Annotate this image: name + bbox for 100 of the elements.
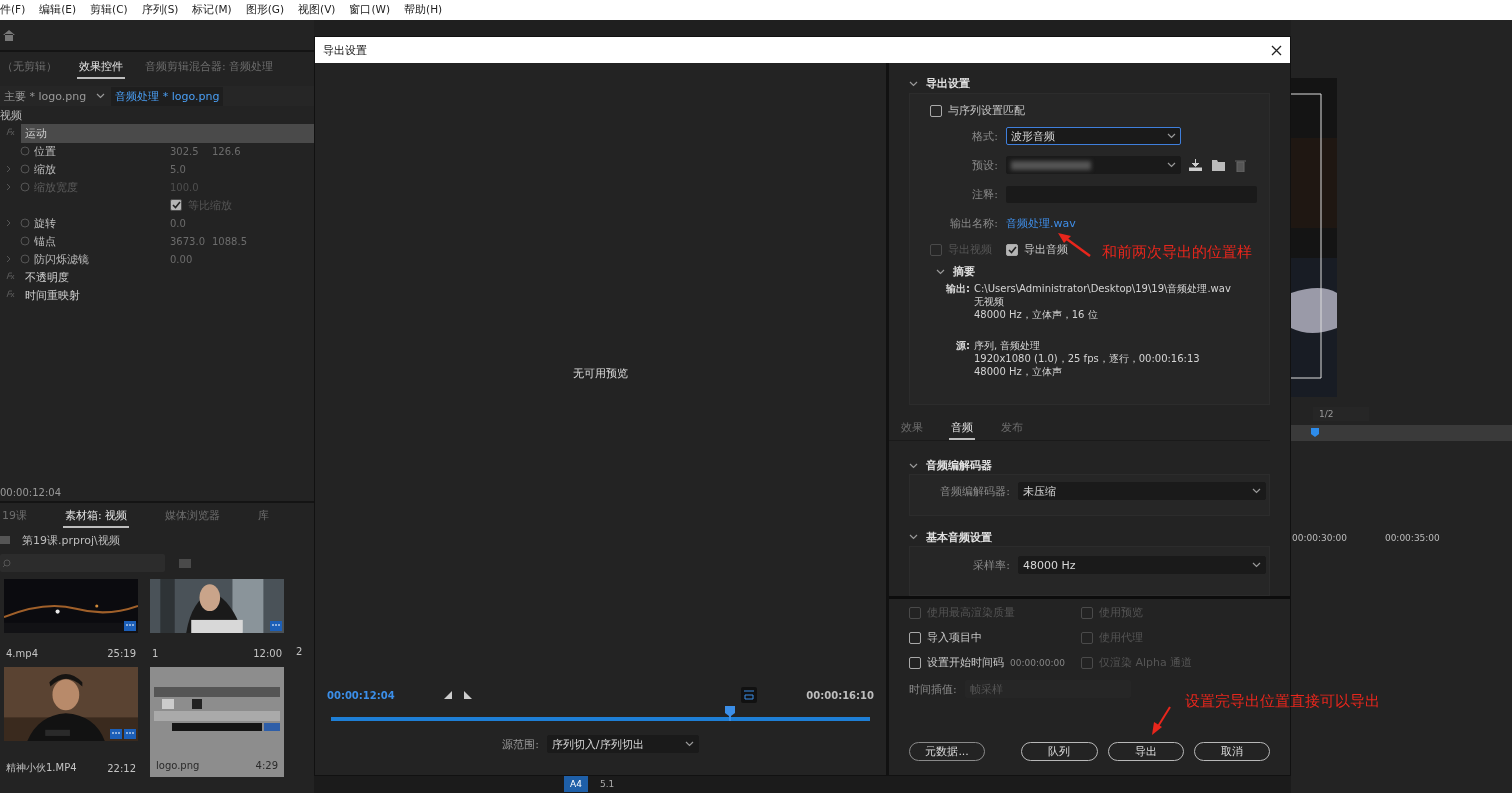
summary-line: C:\Users\Administrator\Desktop\19\19\音频处理.wav <box>974 281 1232 295</box>
collapse-icon <box>909 534 918 541</box>
fx-icon <box>6 272 15 282</box>
format-dropdown[interactable]: 波形音频 <box>1006 127 1181 146</box>
in-out-markers-icon[interactable] <box>443 690 472 700</box>
chevron-down-icon <box>1167 162 1176 169</box>
chevron-down-icon <box>1252 562 1261 568</box>
close-icon[interactable] <box>1271 44 1282 56</box>
menu-item[interactable]: 视图(V) <box>298 3 336 17</box>
collapse-icon <box>909 80 918 87</box>
film-icon <box>124 621 136 631</box>
ruler-time: 00:00:30:00 <box>1292 533 1347 543</box>
menu-item[interactable]: 件(F) <box>0 3 26 17</box>
playhead-icon[interactable] <box>724 706 735 721</box>
checkbox[interactable] <box>909 631 921 644</box>
checkbox-label: 导出音频 <box>1024 242 1068 258</box>
ruler-time: 00:00:35:00 <box>1384 533 1440 543</box>
fx-icon <box>6 128 15 138</box>
folder-icon[interactable] <box>1212 158 1225 171</box>
clip-name: 1 <box>152 648 159 659</box>
bin-icon <box>0 536 10 544</box>
chevron-down-icon <box>684 741 694 747</box>
summary-line: 无视频 <box>974 294 1005 308</box>
clip-tile[interactable]: 精神小伙1.MP4 22:12 <box>4 667 138 777</box>
fit-icon[interactable] <box>741 687 758 703</box>
sequence-clip-name[interactable]: 音频处理 * logo.png <box>111 86 224 106</box>
section-title: 摘要 <box>953 264 975 280</box>
field-label: 音频编解码器: <box>939 483 1010 499</box>
collapse-icon <box>936 268 945 275</box>
clip-duration: 25:19 <box>107 648 136 659</box>
section-title: 导出设置 <box>926 76 970 92</box>
clip-name: 4.mp4 <box>6 648 38 659</box>
clip-tile[interactable]: 4.mp4 25:19 <box>4 579 138 661</box>
menu-item[interactable]: 编辑(E) <box>39 3 77 17</box>
clip-tile[interactable]: logo.png 4:29 <box>150 667 284 777</box>
trash-icon[interactable] <box>1235 158 1246 172</box>
preset-dropdown[interactable] <box>1006 156 1181 175</box>
annotation-text: 和前两次导出的位置样 <box>1102 243 1252 262</box>
field-label: 时间插值: <box>909 681 957 697</box>
summary-label: 源: <box>955 338 970 353</box>
field-label: 格式: <box>971 128 998 144</box>
property-name: 缩放 <box>34 161 57 177</box>
section-label: 视频 <box>0 107 23 124</box>
clip-duration: 4:29 <box>255 760 278 771</box>
sample-rate-dropdown[interactable]: 48000 Hz <box>1018 556 1266 574</box>
checkbox[interactable] <box>909 656 921 669</box>
clip-duration: 12:00 <box>253 648 282 659</box>
property-name: 锚点 <box>34 233 57 249</box>
clip-selector[interactable]: 主要 * logo.png <box>0 86 91 106</box>
menu-item[interactable]: 标记(M) <box>192 3 232 17</box>
checkbox[interactable] <box>1006 243 1018 256</box>
fx-icon <box>6 290 15 300</box>
codec-dropdown[interactable]: 未压缩 <box>1018 482 1266 501</box>
start-timecode[interactable]: 00:00:00:00 <box>1010 657 1065 668</box>
summary-label: 输出: <box>945 281 970 296</box>
annotation-arrow <box>1058 232 1092 258</box>
section-title: 基本音频设置 <box>926 529 992 545</box>
effect-row[interactable]: 运动 <box>21 123 314 143</box>
field-label: 源范围: <box>502 736 539 752</box>
field-label: 注释: <box>971 186 998 202</box>
property-name: 防闪烁滤镜 <box>34 251 90 267</box>
menu-item[interactable]: 帮助(H) <box>404 3 443 17</box>
menu-item[interactable]: 窗口(W) <box>349 3 391 17</box>
chevron-down-icon <box>1252 488 1261 495</box>
source-range-dropdown[interactable]: 序列切入/序列切出 <box>546 735 699 753</box>
channel-label: 5.1 <box>600 779 615 789</box>
summary-line: 序列, 音频处理 <box>974 338 1042 352</box>
bin-icon[interactable] <box>179 558 191 568</box>
collapse-icon <box>909 462 918 469</box>
clip-tile[interactable]: 1 12:00 <box>150 579 284 661</box>
clip-name: 2 <box>296 646 303 657</box>
playhead-icon[interactable] <box>1311 428 1319 437</box>
timecode: 00:00:12:04 <box>0 487 314 503</box>
menu-item[interactable]: 图形(G) <box>245 3 285 17</box>
film-icon <box>270 621 282 631</box>
home-icon[interactable] <box>2 28 16 42</box>
property-name: 旋转 <box>34 215 57 231</box>
summary-line: 48000 Hz，立体声，16 位 <box>974 307 1099 321</box>
panel-tab[interactable]: 效果控件 <box>77 55 125 79</box>
field-label: 采样率: <box>972 557 1010 573</box>
property-name: 位置 <box>34 143 57 159</box>
output-name-link[interactable]: 音频处理.wav <box>1006 216 1076 230</box>
menu-item[interactable]: 序列(S) <box>141 3 179 17</box>
film-icon <box>110 729 122 739</box>
field-label: 预设: <box>971 157 998 173</box>
chevron-down-icon <box>1167 133 1176 140</box>
effect-row[interactable]: 时间重映射 <box>21 285 314 305</box>
menu-item[interactable]: 剪辑(C) <box>90 3 128 17</box>
section-title: 音频编解码器 <box>926 458 992 473</box>
bin-path: 第19课.prproj\视频 <box>22 532 120 548</box>
clip-duration: 22:12 <box>107 762 136 774</box>
dialog-title: 导出设置 <box>323 42 367 58</box>
checkbox[interactable] <box>930 104 942 117</box>
checkbox-label: 与序列设置匹配 <box>948 103 1025 119</box>
settings-tab[interactable]: 音频 <box>949 416 975 440</box>
track-toggle[interactable]: A4 <box>564 776 588 792</box>
panel-tab[interactable]: 素材箱: 视频 <box>63 504 130 528</box>
search-field[interactable] <box>0 554 165 572</box>
effect-row[interactable]: 不透明度 <box>21 267 314 287</box>
download-icon[interactable] <box>1189 158 1202 171</box>
